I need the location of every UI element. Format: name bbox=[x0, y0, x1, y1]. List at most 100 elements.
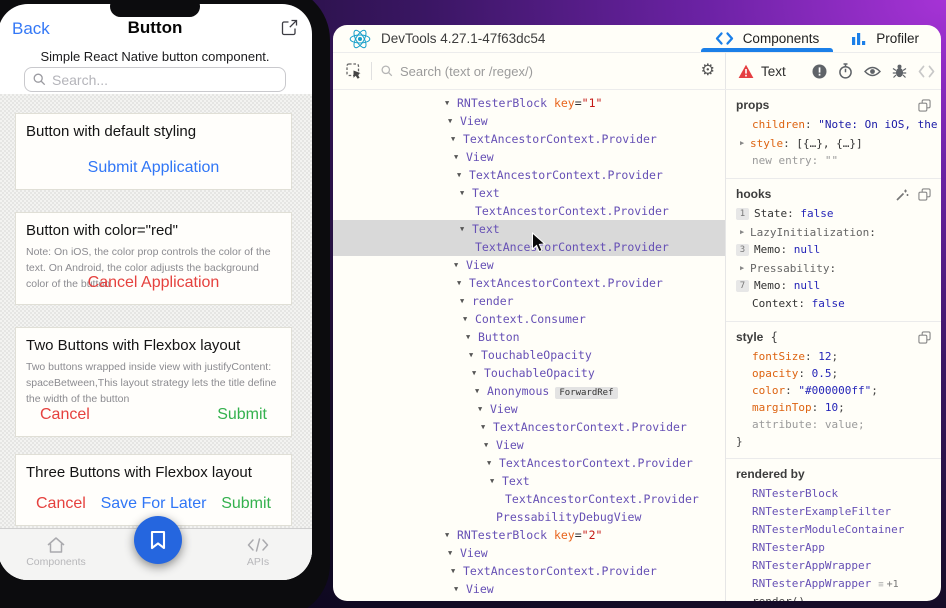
devtools-search-input[interactable]: Search (text or /regex/) bbox=[381, 64, 692, 79]
expand-arrow-icon[interactable]: ▼ bbox=[475, 382, 487, 400]
inspect-dom-eye-icon[interactable] bbox=[864, 65, 881, 78]
expand-arrow-icon[interactable]: ▼ bbox=[457, 274, 469, 292]
expand-arrow-icon[interactable]: ▼ bbox=[445, 94, 457, 112]
prop-row[interactable]: new entry: "" bbox=[726, 152, 941, 170]
prop-row[interactable]: ▶style: [{…}, {…}] bbox=[726, 134, 941, 152]
tab-components-phone[interactable]: Components bbox=[10, 535, 102, 568]
open-external-icon[interactable] bbox=[281, 19, 298, 36]
search-input[interactable]: Search... bbox=[24, 67, 286, 92]
tree-row[interactable]: ▼AnonymousForwardRef bbox=[333, 382, 725, 400]
tree-row[interactable]: ▼View bbox=[333, 580, 725, 598]
tree-row[interactable]: ▼RNTesterBlock key="2" bbox=[333, 526, 725, 544]
expand-arrow-icon[interactable]: ▼ bbox=[484, 436, 496, 454]
tree-row[interactable]: ▼RNTesterBlock key="1" bbox=[333, 94, 725, 112]
tree-row[interactable]: ▼View bbox=[333, 436, 725, 454]
expand-arrow-icon[interactable]: ▼ bbox=[454, 256, 466, 274]
rendered-by-owner[interactable]: RNTesterExampleFilter bbox=[726, 503, 941, 521]
expand-arrow-icon[interactable]: ▶ bbox=[740, 134, 750, 152]
tree-row[interactable]: ▼TextAncestorContext.Provider bbox=[333, 418, 725, 436]
copy-icon[interactable] bbox=[918, 331, 931, 344]
expand-arrow-icon[interactable]: ▼ bbox=[451, 562, 463, 580]
tree-row[interactable]: ▼TextAncestorContext.Provider bbox=[333, 562, 725, 580]
settings-gear-icon[interactable]: ⚙ bbox=[701, 63, 715, 79]
expand-arrow-icon[interactable]: ▼ bbox=[487, 454, 499, 472]
tree-row[interactable]: ▼View bbox=[333, 256, 725, 274]
expand-arrow-icon[interactable]: ▼ bbox=[454, 580, 466, 598]
expand-arrow-icon[interactable]: ▼ bbox=[457, 598, 469, 601]
tree-row[interactable]: TextAncestorContext.Provider bbox=[333, 238, 725, 256]
debug-bug-icon[interactable] bbox=[892, 63, 907, 79]
tree-row[interactable]: ▼View bbox=[333, 148, 725, 166]
copy-icon[interactable] bbox=[918, 188, 931, 201]
expand-arrow-icon[interactable]: ▶ bbox=[740, 223, 750, 241]
expand-arrow-icon[interactable]: ▼ bbox=[466, 328, 478, 346]
style-rule-row[interactable]: marginTop: 10; bbox=[726, 399, 941, 416]
tree-row[interactable]: ▼Context.Consumer bbox=[333, 310, 725, 328]
bookmark-fab[interactable] bbox=[134, 516, 182, 564]
tree-row[interactable]: ▼Button bbox=[333, 328, 725, 346]
expand-arrow-icon[interactable]: ▼ bbox=[460, 184, 472, 202]
view-source-icon[interactable] bbox=[918, 65, 935, 78]
expand-arrow-icon[interactable]: ▼ bbox=[463, 310, 475, 328]
tree-row[interactable]: ▼Text bbox=[333, 472, 725, 490]
tree-row[interactable]: TextAncestorContext.Provider bbox=[333, 490, 725, 508]
tree-row[interactable]: ▼TextAncestorContext.Provider bbox=[333, 598, 725, 601]
rendered-by-owner[interactable]: RNTesterBlock bbox=[726, 485, 941, 503]
tree-row[interactable]: PressabilityDebugView bbox=[333, 508, 725, 526]
tree-row[interactable]: ▼TouchableOpacity bbox=[333, 364, 725, 382]
expand-arrow-icon[interactable]: ▼ bbox=[472, 364, 484, 382]
rendered-by-owner[interactable]: RNTesterAppWrapper≡+1 bbox=[726, 575, 941, 593]
expand-arrow-icon[interactable]: ▼ bbox=[448, 544, 460, 562]
copy-icon[interactable] bbox=[918, 99, 931, 112]
prop-row[interactable]: children: "Note: On iOS, the bbox=[726, 116, 941, 134]
rendered-by-owner[interactable]: RNTesterApp bbox=[726, 539, 941, 557]
tree-row[interactable]: ▼TextAncestorContext.Provider bbox=[333, 274, 725, 292]
style-rule-row[interactable]: opacity: 0.5; bbox=[726, 365, 941, 382]
style-rule-row[interactable]: color: "#000000ff"; bbox=[726, 382, 941, 399]
hook-row[interactable]: ▶Pressability: bbox=[726, 259, 941, 277]
expand-arrow-icon[interactable]: ▼ bbox=[460, 220, 472, 238]
hook-row[interactable]: Context: false bbox=[726, 295, 941, 313]
tab-components[interactable]: Components bbox=[699, 25, 836, 52]
tree-row[interactable]: ▼TextAncestorContext.Provider bbox=[333, 130, 725, 148]
style-rule-row[interactable]: attribute: value; bbox=[726, 416, 941, 433]
expand-arrow-icon[interactable]: ▼ bbox=[460, 292, 472, 310]
rn-button[interactable]: Save For Later bbox=[101, 495, 207, 513]
expand-arrow-icon[interactable]: ▼ bbox=[454, 148, 466, 166]
hook-row[interactable]: 1State: false bbox=[726, 205, 941, 223]
rn-button[interactable]: Submit Application bbox=[88, 159, 220, 177]
tree-row[interactable]: TextAncestorContext.Provider bbox=[333, 202, 725, 220]
tree-row[interactable]: ▼Text bbox=[333, 220, 725, 238]
hook-row[interactable]: 7Memo: null bbox=[726, 277, 941, 295]
parse-hook-names-wand-icon[interactable] bbox=[895, 188, 909, 202]
error-badge-icon[interactable] bbox=[812, 64, 827, 79]
expand-arrow-icon[interactable]: ▼ bbox=[451, 130, 463, 148]
expand-arrow-icon[interactable]: ▼ bbox=[448, 112, 460, 130]
rendered-by-owner[interactable]: RNTesterAppWrapper bbox=[726, 557, 941, 575]
tree-row[interactable]: ▼TouchableOpacity bbox=[333, 346, 725, 364]
expand-arrow-icon[interactable]: ▼ bbox=[457, 166, 469, 184]
tab-apis-phone[interactable]: APIs bbox=[222, 535, 294, 568]
style-rule-row[interactable]: fontSize: 12; bbox=[726, 348, 941, 365]
tree-row[interactable]: ▼Text bbox=[333, 184, 725, 202]
tree-row[interactable]: ▼View bbox=[333, 544, 725, 562]
rn-button[interactable]: Submit bbox=[217, 406, 267, 424]
expand-arrow-icon[interactable]: ▼ bbox=[478, 400, 490, 418]
suspense-timer-icon[interactable] bbox=[838, 63, 853, 79]
expand-arrow-icon[interactable]: ▼ bbox=[445, 526, 457, 544]
tree-row[interactable]: ▼TextAncestorContext.Provider bbox=[333, 454, 725, 472]
tree-row[interactable]: ▼render bbox=[333, 292, 725, 310]
inspect-element-icon[interactable] bbox=[346, 63, 362, 79]
tree-row[interactable]: ▼View bbox=[333, 400, 725, 418]
tree-row[interactable]: ▼TextAncestorContext.Provider bbox=[333, 166, 725, 184]
expand-arrow-icon[interactable]: ▶ bbox=[740, 259, 750, 277]
hook-row[interactable]: ▶LazyInitialization: bbox=[726, 223, 941, 241]
rn-button[interactable]: Cancel bbox=[36, 495, 86, 513]
rn-button[interactable]: Cancel bbox=[40, 406, 90, 424]
expand-arrow-icon[interactable]: ▼ bbox=[469, 346, 481, 364]
rendered-by-owner[interactable]: RNTesterModuleContainer bbox=[726, 521, 941, 539]
expand-arrow-icon[interactable]: ▼ bbox=[490, 472, 502, 490]
tree-row[interactable]: ▼View bbox=[333, 112, 725, 130]
tab-profiler[interactable]: Profiler bbox=[835, 25, 935, 52]
rn-button[interactable]: Submit bbox=[221, 495, 271, 513]
